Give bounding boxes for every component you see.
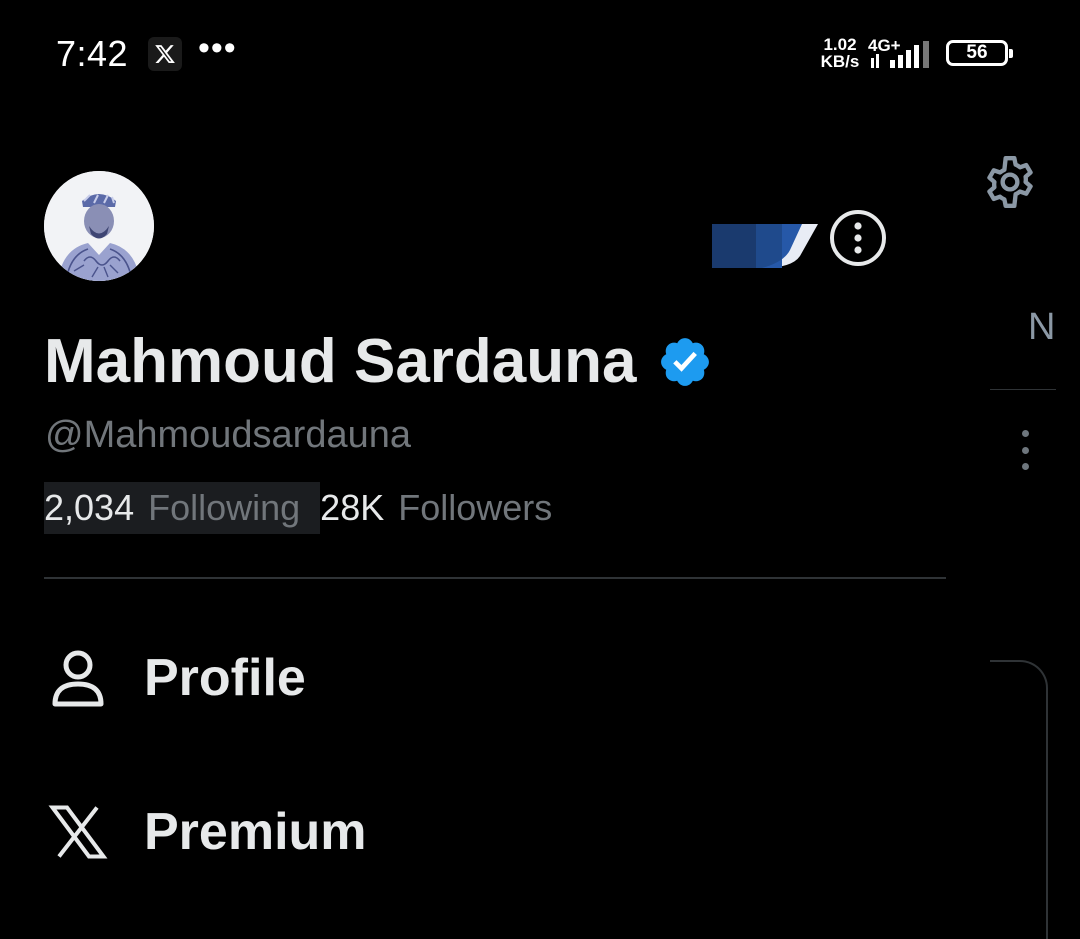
vertical-dots-icon (854, 222, 862, 254)
menu-item-premium[interactable]: Premium (44, 798, 367, 866)
menu-item-label: Premium (144, 803, 367, 861)
following-label: Following (148, 487, 301, 528)
display-name-text: Mahmoud Sardauna (44, 327, 637, 396)
following-count: 2,034 (44, 487, 135, 528)
background-more-icon (1018, 430, 1032, 470)
following-link[interactable]: 2,034 Following (44, 482, 321, 534)
gear-icon[interactable] (984, 152, 1036, 212)
switch-account-avatar[interactable] (712, 222, 818, 268)
menu-item-profile[interactable]: Profile (44, 644, 306, 712)
network-speed: 1.02 KB/s (820, 35, 860, 71)
x-logo-icon (44, 798, 112, 866)
battery-icon: 56 (946, 40, 1013, 66)
status-more-notifications: ••• (198, 29, 237, 67)
avatar[interactable] (44, 171, 154, 281)
avatar-portrait-icon (44, 171, 154, 281)
more-accounts-button[interactable] (830, 210, 886, 266)
status-time: 7:42 (56, 33, 129, 74)
person-icon (44, 644, 112, 712)
menu-item-label: Profile (144, 649, 306, 707)
followers-link[interactable]: 28K Followers (320, 482, 552, 534)
followers-label: Followers (398, 487, 553, 528)
user-handle: @Mahmoudsardauna (45, 414, 412, 456)
verified-badge-icon (660, 337, 709, 386)
background-tab-label: N (1028, 306, 1056, 348)
divider (44, 577, 946, 579)
signal-icon (871, 41, 929, 68)
x-app-notification-icon (148, 37, 182, 71)
side-drawer-screen: 7:42 ••• 1.02 KB/s 4G+ 56 Mahmoud Sardau… (0, 0, 1080, 939)
followers-count: 28K (320, 487, 385, 528)
background-card (990, 660, 1048, 939)
background-divider (990, 389, 1056, 390)
display-name[interactable]: Mahmoud Sardauna (44, 326, 713, 397)
follow-counts: 2,034 Following 28K Followers (44, 482, 552, 534)
